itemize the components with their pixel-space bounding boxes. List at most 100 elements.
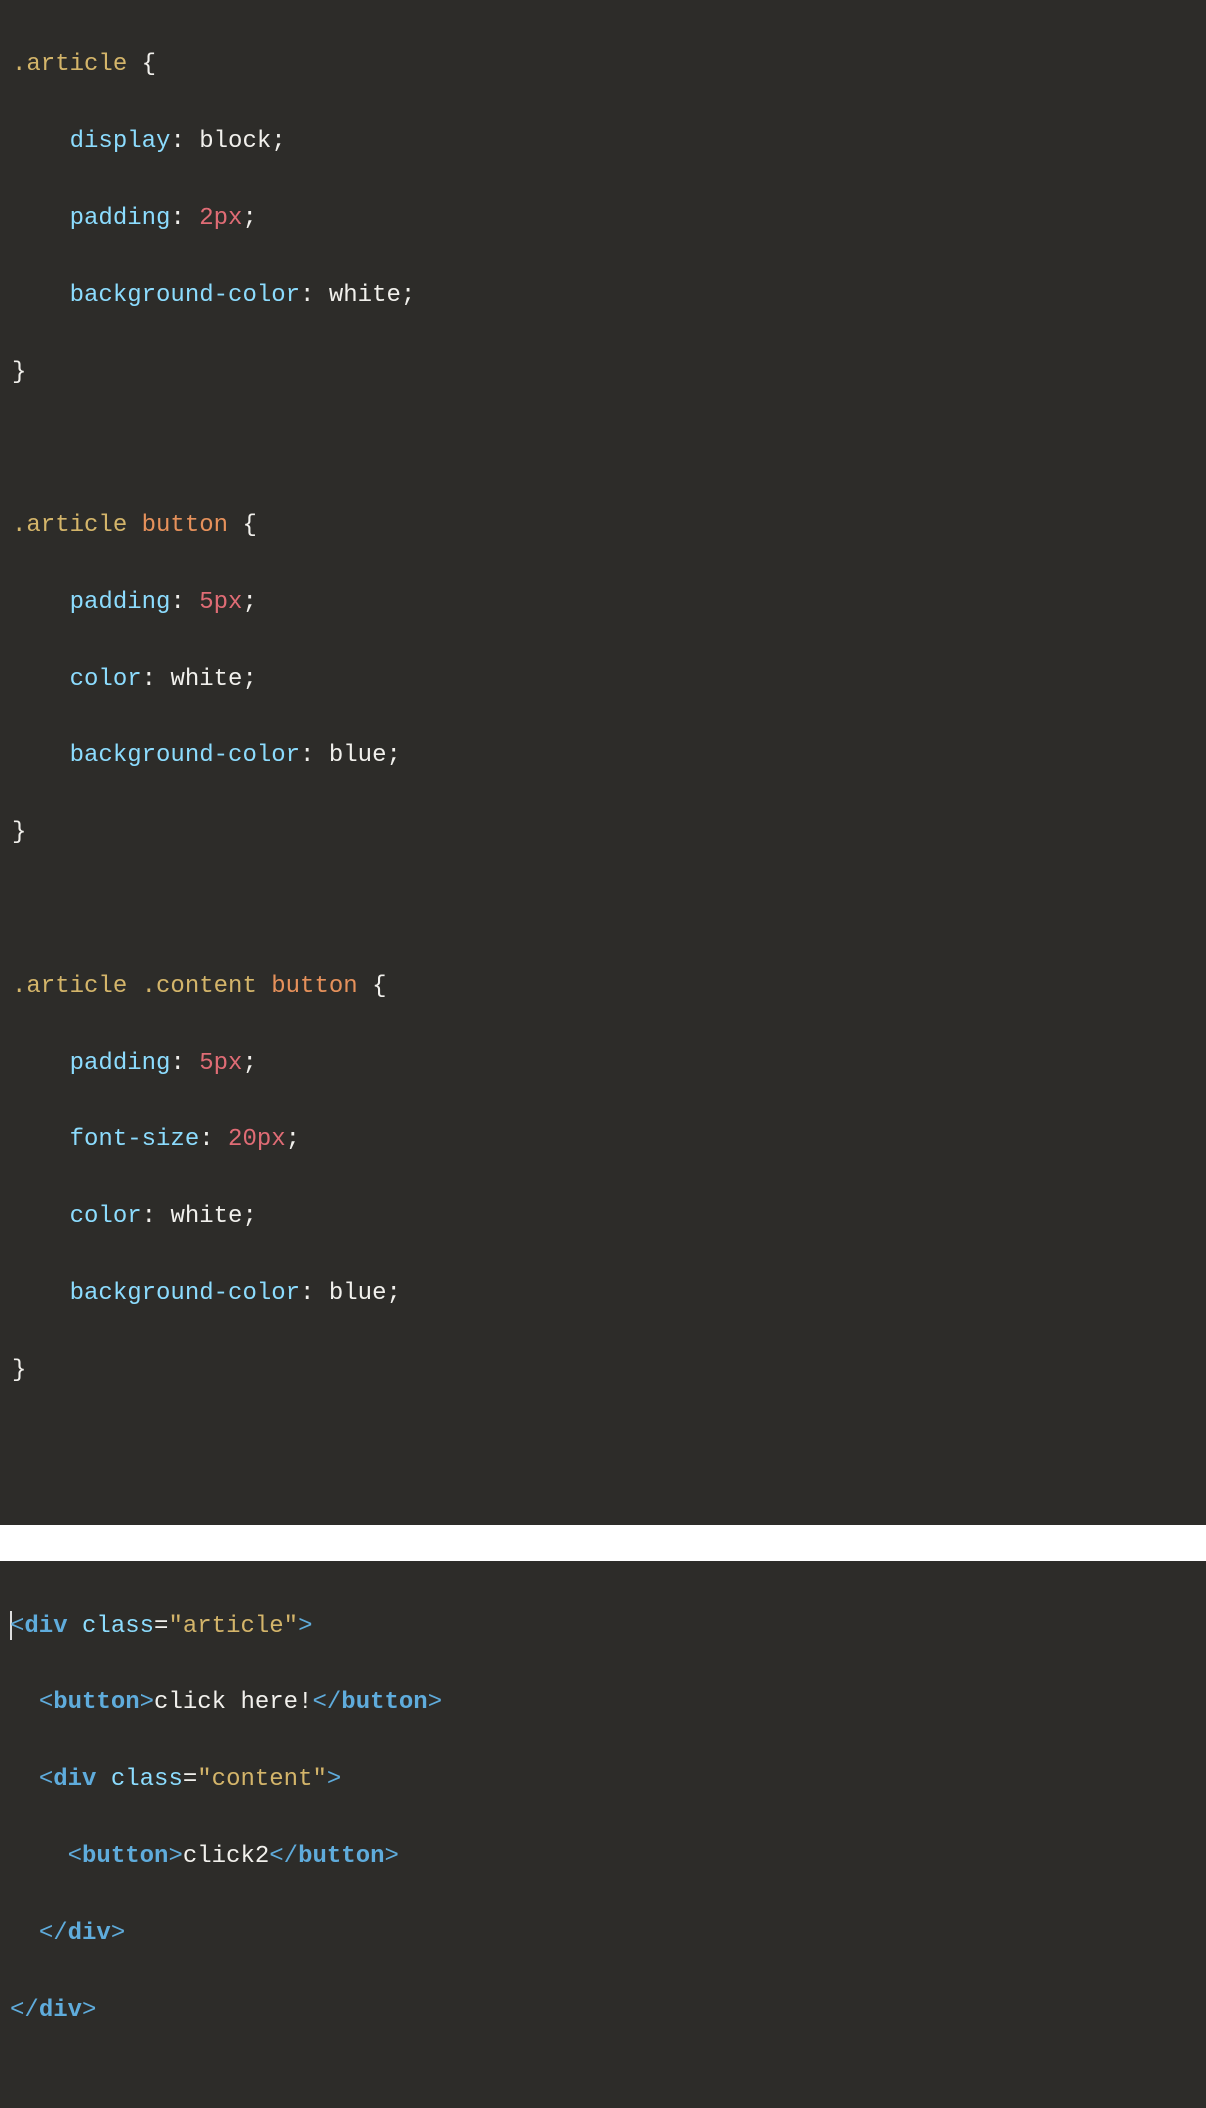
css-semi: ;: [242, 589, 256, 616]
angle-bracket-close: >: [168, 1843, 182, 1870]
angle-bracket-open-slash: </: [269, 1843, 298, 1870]
css-semi: ;: [242, 205, 256, 232]
angle-bracket-close: >: [428, 1689, 442, 1716]
css-prop-bgcolor: background-color: [70, 282, 300, 309]
css-prop-display: display: [70, 128, 171, 155]
css-prop-color: color: [70, 666, 142, 693]
html-code-panel[interactable]: <div class="article"> <button>click here…: [0, 1561, 1206, 2108]
css-value-2px: 2px: [199, 205, 242, 232]
brace-open: {: [142, 51, 156, 78]
brace-open: {: [242, 512, 256, 539]
button-text-click-here: click here!: [154, 1689, 312, 1716]
css-line: .article {: [12, 46, 1194, 84]
css-prop-color: color: [70, 1203, 142, 1230]
css-value-5px: 5px: [199, 1050, 242, 1077]
tag-div-open: div: [53, 1766, 96, 1793]
css-line: background-color: blue;: [12, 737, 1194, 775]
angle-bracket-open: <: [10, 1613, 24, 1640]
tag-button-open: button: [53, 1689, 139, 1716]
css-line: font-size: 20px;: [12, 1121, 1194, 1159]
angle-bracket-close: >: [298, 1613, 312, 1640]
brace-close: }: [12, 819, 26, 846]
html-line: </div>: [10, 1915, 1194, 1953]
tag-button-open: button: [82, 1843, 168, 1870]
css-prop-padding: padding: [70, 205, 171, 232]
equals-sign: =: [154, 1613, 168, 1640]
css-colon: :: [170, 128, 184, 155]
css-prop-fontsize: font-size: [70, 1126, 200, 1153]
css-blank-line: [12, 1428, 1194, 1466]
brace-close: }: [12, 1357, 26, 1384]
css-colon: :: [142, 666, 156, 693]
css-colon: :: [300, 1280, 314, 1307]
angle-bracket-close: >: [140, 1689, 154, 1716]
css-value-20px: 20px: [228, 1126, 286, 1153]
css-line: display: block;: [12, 123, 1194, 161]
css-semi: ;: [242, 666, 256, 693]
tag-button-close: button: [298, 1843, 384, 1870]
html-line: <button>click here!</button>: [10, 1684, 1194, 1722]
attr-value-content: "content": [197, 1766, 327, 1793]
css-line: }: [12, 1352, 1194, 1390]
angle-bracket-open: <: [68, 1843, 82, 1870]
html-line: <div class="article">: [10, 1608, 1194, 1646]
css-colon: :: [142, 1203, 156, 1230]
css-value-5px: 5px: [199, 589, 242, 616]
css-semi: ;: [401, 282, 415, 309]
angle-bracket-close: >: [385, 1843, 399, 1870]
css-blank-line: [12, 891, 1194, 929]
css-semi: ;: [386, 1280, 400, 1307]
css-colon: :: [170, 1050, 184, 1077]
selector-content: .content: [142, 973, 257, 1000]
angle-bracket-close: >: [82, 1997, 96, 2024]
html-line: <button>click2</button>: [10, 1838, 1194, 1876]
css-line: }: [12, 354, 1194, 392]
css-value-white: white: [170, 666, 242, 693]
css-line: padding: 5px;: [12, 584, 1194, 622]
css-value-white: white: [329, 282, 401, 309]
css-line: background-color: blue;: [12, 1275, 1194, 1313]
brace-close: }: [12, 359, 26, 386]
css-line: padding: 5px;: [12, 1045, 1194, 1083]
css-semi: ;: [286, 1126, 300, 1153]
selector-article: .article: [12, 512, 127, 539]
angle-bracket-open-slash: </: [312, 1689, 341, 1716]
css-blank-line: [12, 430, 1194, 468]
button-text-click2: click2: [183, 1843, 269, 1870]
attr-value-article: "article": [168, 1613, 298, 1640]
tag-div-close: div: [39, 1997, 82, 2024]
angle-bracket-close: >: [111, 1920, 125, 1947]
css-line: .article button {: [12, 507, 1194, 545]
panel-separator: [0, 1525, 1206, 1561]
selector-button: button: [142, 512, 228, 539]
css-code-panel[interactable]: .article { display: block; padding: 2px;…: [0, 0, 1206, 1525]
angle-bracket-open-slash: </: [10, 1997, 39, 2024]
css-colon: :: [300, 282, 314, 309]
css-value-blue: blue: [329, 742, 387, 769]
angle-bracket-open-slash: </: [39, 1920, 68, 1947]
css-value-block: block: [199, 128, 271, 155]
tag-div-open: div: [24, 1613, 67, 1640]
css-colon: :: [170, 205, 184, 232]
css-line: background-color: white;: [12, 277, 1194, 315]
html-line: </div>: [10, 1992, 1194, 2030]
css-value-blue: blue: [329, 1280, 387, 1307]
css-value-white: white: [170, 1203, 242, 1230]
css-semi: ;: [271, 128, 285, 155]
attr-class: class: [82, 1613, 154, 1640]
html-line: <div class="content">: [10, 1761, 1194, 1799]
angle-bracket-close: >: [327, 1766, 341, 1793]
tag-div-close: div: [68, 1920, 111, 1947]
selector-article: .article: [12, 973, 127, 1000]
angle-bracket-open: <: [39, 1689, 53, 1716]
angle-bracket-open: <: [39, 1766, 53, 1793]
css-line: color: white;: [12, 661, 1194, 699]
css-semi: ;: [242, 1050, 256, 1077]
attr-class: class: [111, 1766, 183, 1793]
css-colon: :: [300, 742, 314, 769]
css-line: padding: 2px;: [12, 200, 1194, 238]
brace-open: {: [372, 973, 386, 1000]
css-prop-bgcolor: background-color: [70, 742, 300, 769]
css-line: }: [12, 814, 1194, 852]
css-semi: ;: [386, 742, 400, 769]
